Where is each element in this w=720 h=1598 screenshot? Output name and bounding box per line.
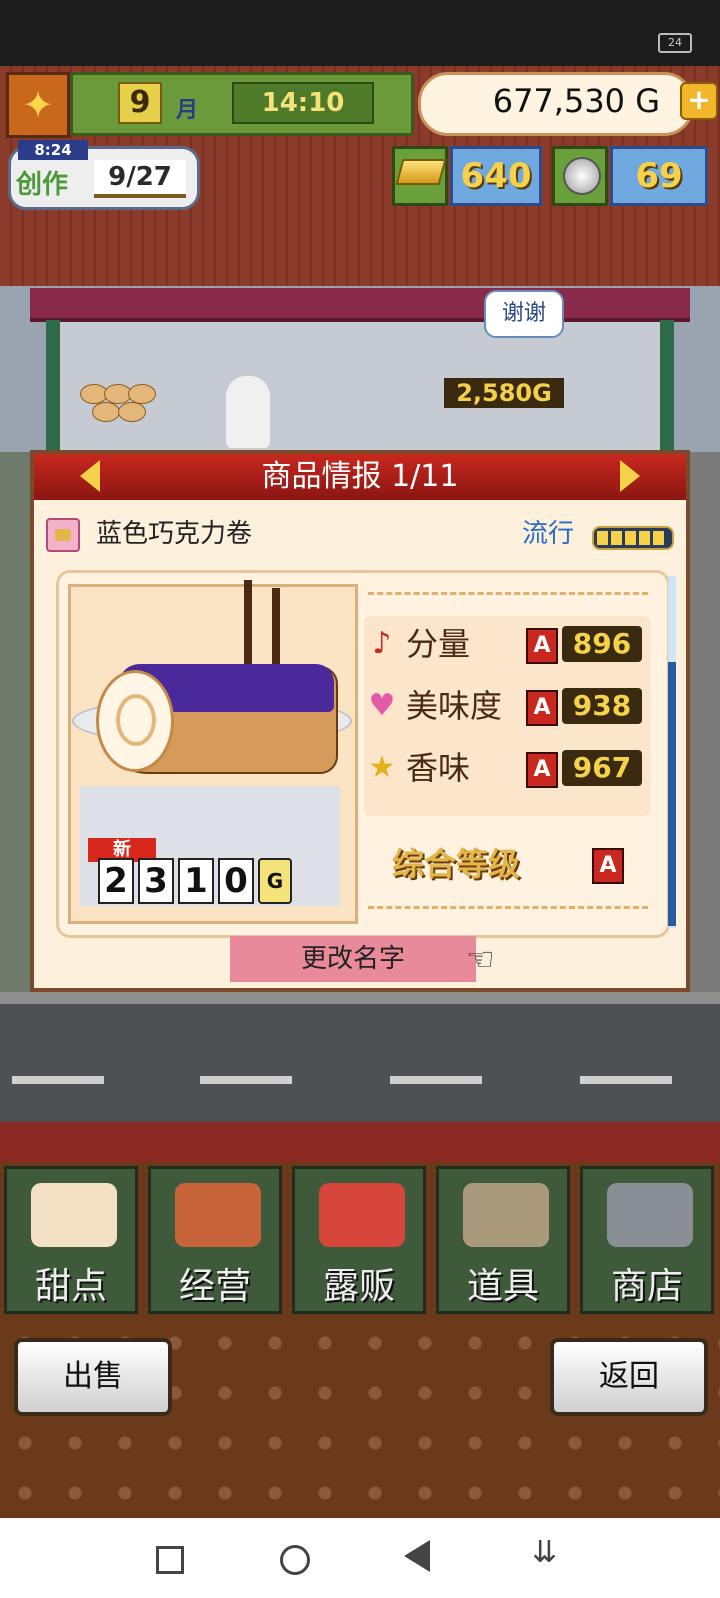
bread-icon xyxy=(128,384,156,404)
stat-value: 938 xyxy=(562,688,642,724)
price-digit: 2 xyxy=(98,858,134,904)
cake-icon xyxy=(31,1183,117,1247)
sell-button[interactable]: 出售 xyxy=(14,1338,172,1416)
create-label: 创作 xyxy=(16,170,69,200)
next-arrow-icon[interactable] xyxy=(620,460,640,492)
scene-side xyxy=(0,452,30,992)
popular-segment xyxy=(639,531,650,545)
stat-value: 896 xyxy=(562,626,642,662)
system-nav-bar xyxy=(0,1518,720,1598)
popular-segment xyxy=(653,531,664,545)
money-amount: 677,530 G xyxy=(492,82,660,120)
stat-row-quantity: ♪ 分量 A 896 xyxy=(366,620,646,670)
heart-icon: ♥ xyxy=(368,688,396,723)
cart-icon xyxy=(607,1183,693,1247)
nav-label: 道具 xyxy=(466,1266,539,1307)
divider xyxy=(368,592,648,595)
prev-arrow-icon[interactable] xyxy=(80,460,100,492)
create-timer: 8:24 xyxy=(18,140,88,160)
truck-icon xyxy=(319,1183,405,1247)
game-time: 14:10 xyxy=(232,82,374,124)
price-display: 2310G xyxy=(98,858,296,904)
overall-label: 综合等级 xyxy=(392,845,521,883)
popular-segment xyxy=(611,531,622,545)
create-count: 9/27 xyxy=(94,160,186,198)
stat-label: 分量 xyxy=(406,625,471,663)
nav-label: 经营 xyxy=(178,1266,251,1307)
stat-value: 967 xyxy=(562,750,642,786)
music-note-icon: ♪ xyxy=(372,626,392,661)
star-icon: ★ xyxy=(368,750,396,785)
back-icon[interactable] xyxy=(404,1540,430,1572)
pillar xyxy=(46,320,60,452)
popular-label: 流行 xyxy=(522,519,575,549)
price-digit: 0 xyxy=(218,858,254,904)
home-icon[interactable] xyxy=(280,1545,310,1575)
shop-icon xyxy=(175,1183,261,1247)
nav-label: 商店 xyxy=(610,1266,683,1307)
stat-label: 美味度 xyxy=(406,687,503,725)
lane-mark xyxy=(580,1076,672,1084)
gold-bar-container[interactable] xyxy=(392,146,448,206)
popular-segment xyxy=(597,531,608,545)
overall-grade: A xyxy=(592,848,624,884)
lane-mark xyxy=(390,1076,482,1084)
stat-label: 香味 xyxy=(406,749,471,787)
maple-leaf-icon[interactable]: ✦ xyxy=(6,72,70,138)
product-name: 蓝色巧克力卷 xyxy=(96,519,253,549)
pillar xyxy=(660,320,674,452)
nav-label: 甜点 xyxy=(34,1266,107,1307)
product-icon xyxy=(46,518,80,552)
medal-container[interactable] xyxy=(552,146,608,206)
chef-character xyxy=(226,376,270,448)
pointing-hand-icon: ☜ xyxy=(466,940,495,978)
lane-mark xyxy=(12,1076,104,1084)
rename-button[interactable]: 更改名字 xyxy=(230,936,476,982)
nav-manage-button[interactable]: 经营 xyxy=(148,1166,282,1314)
gold-bar-count: 640 xyxy=(450,146,542,206)
lane-mark xyxy=(200,1076,292,1084)
price-unit: G xyxy=(258,858,292,904)
gold-bar-icon xyxy=(395,159,447,185)
medal-icon xyxy=(563,157,601,195)
recent-apps-icon[interactable] xyxy=(156,1546,184,1574)
street xyxy=(0,992,720,1122)
popular-meter xyxy=(592,526,674,550)
plus-icon[interactable]: + xyxy=(680,82,718,120)
stat-row-aroma: ★ 香味 A 967 xyxy=(366,744,646,794)
month-number: 9 xyxy=(118,82,162,124)
nav-items-button[interactable]: 道具 xyxy=(436,1166,570,1314)
price-digit: 1 xyxy=(178,858,214,904)
stat-grade: A xyxy=(526,628,558,664)
nav-store-button[interactable]: 商店 xyxy=(580,1166,714,1314)
cake-swirl xyxy=(116,694,156,746)
nav-stall-button[interactable]: 露贩 xyxy=(292,1166,426,1314)
battery-icon: 24 xyxy=(658,33,692,53)
scene-side xyxy=(690,452,720,992)
price-digit: 3 xyxy=(138,858,174,904)
bread-icon xyxy=(118,402,146,422)
stat-row-taste: ♥ 美味度 A 938 xyxy=(366,682,646,732)
dialog-title: 商品情报 1/11 xyxy=(261,459,459,494)
scrollbar-thumb[interactable] xyxy=(668,662,676,926)
stat-grade: A xyxy=(526,690,558,726)
bread-icon xyxy=(92,402,120,422)
nav-desserts-button[interactable]: 甜点 xyxy=(4,1166,138,1314)
gear-bag-icon xyxy=(463,1183,549,1247)
nav-label: 露贩 xyxy=(322,1266,395,1307)
status-bar xyxy=(0,0,720,66)
month-label: 月 xyxy=(176,98,199,123)
back-button[interactable]: 返回 xyxy=(550,1338,708,1416)
ground-band xyxy=(0,1122,720,1162)
stat-grade: A xyxy=(526,752,558,788)
medal-count: 69 xyxy=(610,146,708,206)
notification-pull-icon[interactable]: ⇊ xyxy=(532,1538,562,1568)
earned-amount: 2,580G xyxy=(444,378,564,408)
shop-awning xyxy=(30,288,690,322)
popular-segment xyxy=(625,531,636,545)
divider xyxy=(368,906,648,909)
speech-bubble: 谢谢 xyxy=(484,290,564,338)
